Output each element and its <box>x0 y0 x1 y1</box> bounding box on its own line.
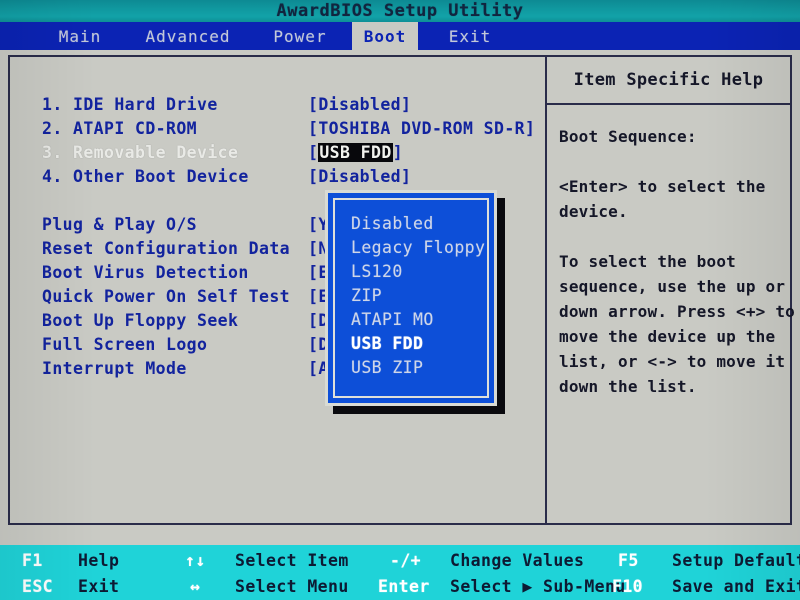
setting-label: Boot Up Floppy Seek <box>42 311 239 330</box>
page-title: AwardBIOS Setup Utility <box>276 1 524 21</box>
item-specific-help-panel: Item Specific Help Boot Sequence: <Enter>… <box>547 57 795 523</box>
bracket-close: ] <box>392 143 404 162</box>
boot-order-label: 2. ATAPI CD-ROM <box>42 119 198 138</box>
function-key-label: F5 <box>618 551 639 570</box>
bracket-open: [ <box>308 143 319 162</box>
boot-order-label: 3. Removable Device <box>42 143 239 162</box>
boot-order-value[interactable]: [Disabled] <box>308 95 411 114</box>
function-key-description: Change Values <box>450 551 585 570</box>
boot-order-label: 4. Other Boot Device <box>42 167 249 186</box>
help-text-line: sequence, use the up or <box>559 277 786 296</box>
setting-label: Quick Power On Self Test <box>42 287 291 306</box>
tab-label: Exit <box>448 26 492 46</box>
help-text-line: down arrow. Press <+> to <box>559 302 795 321</box>
function-key-description: Save and Exit <box>672 577 800 596</box>
function-key-label: -/+ <box>390 551 422 570</box>
setting-label: Full Screen Logo <box>42 335 208 354</box>
help-text-line: <Enter> to select the <box>559 177 766 196</box>
tab-main[interactable]: Main <box>30 22 130 50</box>
removable-device-dropdown[interactable]: Disabled Legacy Floppy LS120 ZIP ATAPI MO USB… <box>325 190 497 406</box>
dropdown-option[interactable]: LS120 <box>351 262 403 286</box>
setting-label: Interrupt Mode <box>42 359 187 378</box>
boot-order-row[interactable]: 2. ATAPI CD-ROM [TOSHIBA DVD-ROM SD-R] <box>10 119 545 143</box>
boot-order-row[interactable]: 1. IDE Hard Drive [Disabled] <box>10 95 545 119</box>
help-panel-body: Boot Sequence: <Enter> to select the devic… <box>547 105 795 523</box>
function-key-description: Select ▶ Sub-Menu <box>450 577 626 596</box>
function-key-label: ↑↓ <box>185 551 206 570</box>
boot-order-value[interactable]: [Disabled] <box>308 167 411 186</box>
function-key-label: Enter <box>378 577 430 596</box>
dropdown-inner-border: Disabled Legacy Floppy LS120 ZIP ATAPI MO USB… <box>333 198 489 398</box>
help-text-line: down the list. <box>559 377 697 396</box>
function-key-label: ↔ <box>190 577 201 596</box>
help-text-line: device. <box>559 202 628 221</box>
dropdown-option[interactable]: USB FDD <box>351 334 423 358</box>
function-key-description: Exit <box>78 577 120 596</box>
help-text-line: To select the boot <box>559 252 736 271</box>
menu-tab-bar[interactable]: Main Advanced Power Boot Exit <box>0 22 800 50</box>
setting-label: Boot Virus Detection <box>42 263 249 282</box>
bios-setup-screen: AwardBIOS Setup Utility Main Advanced Powe… <box>0 0 800 600</box>
boot-order-value[interactable]: [USB FDD] <box>308 143 403 162</box>
function-key-description: Setup Defaults <box>672 551 800 570</box>
help-text-line: Boot Sequence: <box>559 127 697 146</box>
function-key-label: F10 <box>612 577 644 596</box>
help-spacer <box>559 227 780 252</box>
help-panel-title: Item Specific Help <box>573 70 764 90</box>
function-key-bar: F1 Help ↑↓ Select Item -/+ Change Values F5 Set… <box>0 545 800 600</box>
function-key-description: Select Menu <box>235 577 349 596</box>
boot-order-value[interactable]: [TOSHIBA DVD-ROM SD-R] <box>308 119 535 138</box>
dropdown-option[interactable]: ATAPI MO <box>351 310 434 334</box>
help-panel-header: Item Specific Help <box>547 57 790 105</box>
setting-label: Plug & Play O/S <box>42 215 198 234</box>
boot-order-label: 1. IDE Hard Drive <box>42 95 218 114</box>
tab-label: Advanced <box>145 26 231 46</box>
help-spacer <box>559 152 780 177</box>
dropdown-option[interactable]: ZIP <box>351 286 382 310</box>
selected-value-highlight: USB FDD <box>318 143 393 162</box>
function-key-label: ESC <box>22 577 54 596</box>
tab-advanced[interactable]: Advanced <box>128 22 248 50</box>
function-key-description: Select Item <box>235 551 349 570</box>
help-text-line: move the device up the <box>559 327 776 346</box>
dropdown-option[interactable]: Disabled <box>351 214 434 238</box>
tab-power[interactable]: Power <box>250 22 350 50</box>
boot-order-row[interactable]: 4. Other Boot Device [Disabled] <box>10 167 545 191</box>
tab-exit[interactable]: Exit <box>425 22 515 50</box>
tab-label: Power <box>273 26 327 46</box>
function-key-label: F1 <box>22 551 43 570</box>
setting-label: Reset Configuration Data <box>42 239 291 258</box>
tab-boot[interactable]: Boot <box>352 22 418 50</box>
function-key-description: Help <box>78 551 120 570</box>
dropdown-option[interactable]: Legacy Floppy <box>351 238 485 262</box>
tab-label: Boot <box>363 26 407 46</box>
dropdown-option[interactable]: USB ZIP <box>351 358 423 382</box>
boot-order-row[interactable]: 3. Removable Device [USB FDD] <box>10 143 545 167</box>
title-bar: AwardBIOS Setup Utility <box>0 0 800 22</box>
tab-label: Main <box>58 26 102 46</box>
help-text-line: list, or <-> to move it <box>559 352 786 371</box>
